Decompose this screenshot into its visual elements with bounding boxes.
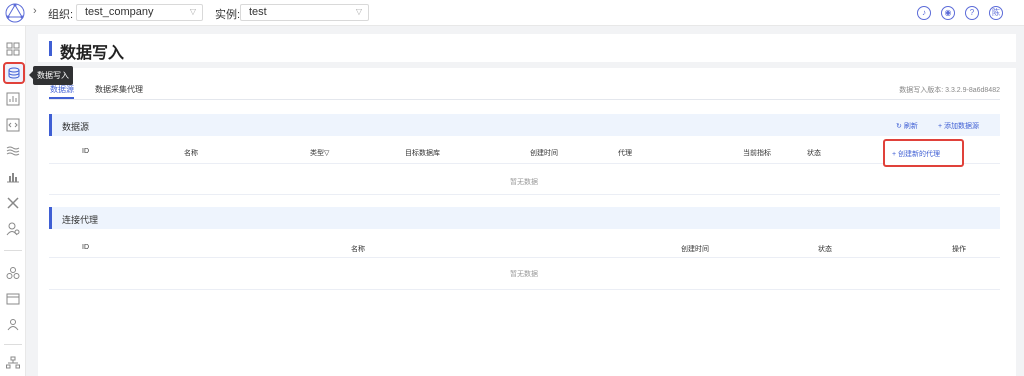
instance-select[interactable]: test ▽ [240,4,369,21]
datasource-section-title: 数据源 [62,122,90,132]
table-header-divider [49,163,1000,164]
metrics-icon[interactable] [4,168,22,186]
left-nav [0,26,26,376]
cluster-icon[interactable] [4,264,22,282]
instance-label: 实例: [215,9,241,21]
org-label: 组织: [48,9,74,21]
page-header: 数据写入 [38,34,1016,62]
refresh-label: 刷新 [903,123,918,130]
column-header-name: 名称 [184,150,198,157]
datasource-empty-text: 暂无数据 [510,179,538,186]
agent-section-title: 连接代理 [62,215,99,225]
agent-column-header-name: 名称 [351,246,365,253]
agent-table-bottom-divider [49,289,1000,290]
chevron-down-icon: ▽ [189,7,196,16]
expand-chevron-icon[interactable]: › [33,5,37,17]
org-select[interactable]: test_company ▽ [76,4,203,21]
data-write-icon[interactable] [3,62,25,84]
agent-column-header-id: ID [82,244,89,251]
app-logo-icon[interactable] [2,1,28,25]
column-header-status: 状态 [807,150,821,157]
agent-column-header-actions: 操作 [952,246,966,253]
instance-value: test [249,6,267,18]
palette-icon[interactable]: ◉ [941,6,955,20]
nav-tooltip: 数据写入 [29,66,73,85]
refresh-icon: ↻ [896,123,902,130]
column-header-type-label: 类型 [310,150,324,157]
nav-divider [4,344,22,345]
chevron-down-icon: ▽ [355,7,362,16]
window-icon[interactable] [4,290,22,308]
table-bottom-divider [49,194,1000,195]
top-bar: › 组织: test_company ▽ 实例: test ▽ ♪ ◉ ? 陈 [0,0,1024,26]
bell-icon[interactable]: ♪ [917,6,931,20]
column-header-metric: 当前指标 [743,150,771,157]
dashboard-icon[interactable] [4,40,22,58]
add-datasource-button[interactable]: + 添加数据源 [938,121,979,131]
main-card: 数据源 数据采集代理 数据写入版本: 3.3.2.9-8a6d8482 数据源 … [38,68,1016,376]
help-icon[interactable]: ? [965,6,979,20]
tab-divider [49,99,1000,100]
team-icon[interactable] [4,316,22,334]
version-text: 数据写入版本: 3.3.2.9-8a6d8482 [899,87,1000,94]
column-header-agent: 代理 [618,150,632,157]
column-header-target-db: 目标数据库 [405,150,440,157]
user-avatar-icon[interactable]: 陈 [989,6,1003,20]
column-header-created: 创建时间 [530,150,558,157]
create-agent-label: + 创建新的代理 [892,151,941,158]
refresh-button[interactable]: ↻ 刷新 [896,121,918,131]
column-header-type[interactable]: 类型▽ [310,148,329,158]
title-accent-bar [49,41,52,56]
page-title: 数据写入 [60,45,125,62]
datasource-section-header: 数据源 ↻ 刷新 + 添加数据源 [49,114,1000,136]
nav-divider [4,250,22,251]
agent-column-header-status: 状态 [818,246,832,253]
agent-empty-text: 暂无数据 [510,271,538,278]
tab-datasource[interactable]: 数据源 [50,84,74,95]
column-header-id: ID [82,148,89,155]
code-icon[interactable] [4,116,22,134]
org-tree-icon[interactable] [4,354,22,372]
agent-column-header-created: 创建时间 [681,246,709,253]
wave-icon[interactable] [4,142,22,160]
org-value: test_company [85,6,154,18]
filter-chevron-icon: ▽ [324,150,330,157]
user-settings-icon[interactable] [4,220,22,238]
tab-agent[interactable]: 数据采集代理 [95,84,143,95]
agent-section-header: 连接代理 [49,207,1000,229]
agent-table-header-divider [49,257,1000,258]
create-agent-button[interactable]: + 创建新的代理 [883,139,964,167]
chart-icon[interactable] [4,90,22,108]
tools-icon[interactable] [4,194,22,212]
